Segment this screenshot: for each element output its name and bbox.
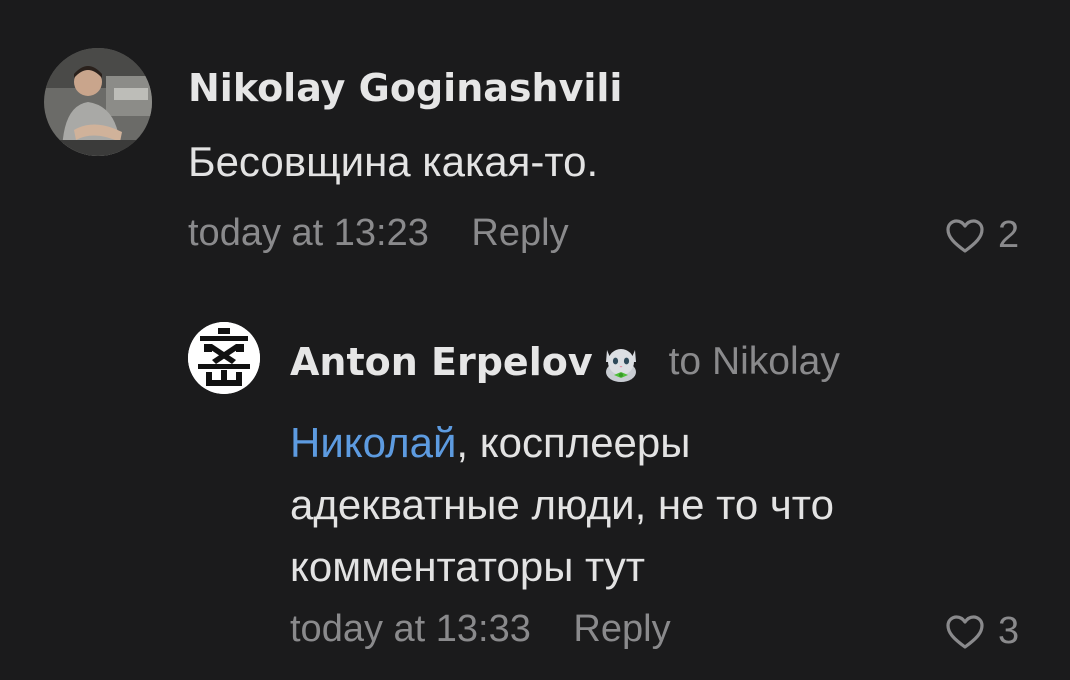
comment-text-line: адекватные люди, не то что	[290, 481, 834, 528]
like-button[interactable]: 2	[944, 214, 1019, 257]
comment-text-line: Николай, косплееры	[290, 412, 834, 474]
comment-text-line: комментаторы тут	[290, 543, 645, 590]
mention-link[interactable]: Николай	[290, 419, 456, 466]
comment-text-fragment: , косплееры	[456, 419, 691, 466]
author-name: Anton Erpelov to Nikolay	[290, 340, 840, 384]
author-name-label[interactable]: Anton Erpelov	[290, 340, 593, 384]
reply-button[interactable]: Reply	[471, 212, 568, 254]
reply-button[interactable]: Reply	[573, 608, 670, 650]
like-count: 3	[998, 610, 1020, 652]
comment: Nikolay Goginashvili Бесовщина какая-то.…	[0, 0, 1070, 290]
author-name[interactable]: Nikolay Goginashvili	[188, 66, 622, 110]
comment-text: Бесовщина какая-то.	[188, 138, 599, 185]
comment-meta: today at 13:33 Reply	[290, 608, 671, 651]
comment-text: Николай, косплееры адекватные люди, не т…	[290, 412, 834, 598]
reply-comment: Anton Erpelov to Nikolay Николай, коспле…	[0, 300, 1070, 680]
heart-icon	[944, 613, 986, 651]
timestamp: today at 13:23	[188, 212, 429, 254]
cat-emoji-icon	[599, 340, 643, 384]
avatar[interactable]	[188, 322, 260, 394]
like-button[interactable]: 3	[944, 610, 1019, 653]
like-count: 2	[998, 214, 1020, 256]
heart-icon	[944, 217, 986, 255]
avatar[interactable]	[44, 48, 152, 156]
reply-to-label[interactable]: to Nikolay	[669, 340, 840, 384]
timestamp: today at 13:33	[290, 608, 531, 650]
comment-meta: today at 13:23 Reply	[188, 212, 569, 255]
